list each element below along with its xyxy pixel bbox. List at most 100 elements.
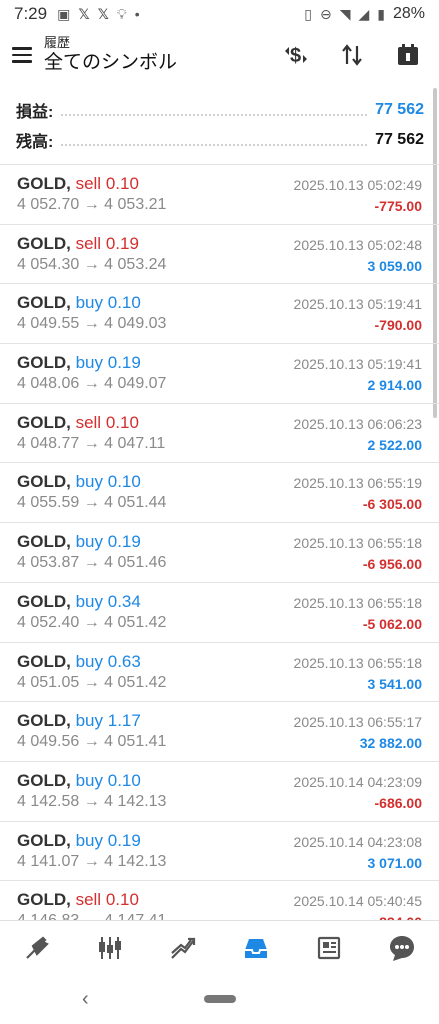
trade-row[interactable]: GOLD, sell 0.10 4 146.83 → 4 147.41 2025.1… (0, 881, 439, 920)
trade-side: sell (75, 412, 102, 432)
page-title[interactable]: 全てのシンボル (44, 51, 177, 75)
trade-row[interactable]: GOLD, buy 0.10 4 049.55 → 4 049.03 2025.10… (0, 284, 439, 345)
status-time: 7:29 (14, 4, 48, 23)
trade-symbol: GOLD, buy 0.19 (17, 353, 141, 373)
trade-time: 2025.10.14 04:23:09 (293, 773, 422, 790)
trade-profit: -5 062.00 (362, 615, 422, 632)
page-subtitle: 履歴 (44, 35, 71, 50)
trade-profit: -790.00 (374, 317, 422, 334)
trade-symbol-name: GOLD, (17, 353, 71, 373)
trade-prices: 4 146.83 → 4 147.41 (17, 912, 166, 920)
chat-icon[interactable] (382, 928, 422, 968)
trade-symbol-name: GOLD, (17, 711, 71, 731)
trade-symbol: GOLD, buy 0.34 (17, 592, 141, 612)
trade-prices: 4 141.07 → 4 142.13 (17, 852, 167, 870)
trade-row[interactable]: GOLD, buy 0.19 4 053.87 → 4 051.46 2025.10… (0, 523, 439, 583)
trade-time: 2025.10.13 05:19:41 (293, 296, 422, 313)
leader-dots (61, 134, 368, 146)
trade-lots: 0.19 (105, 233, 139, 253)
trade-time: 2025.10.14 04:23:08 (293, 833, 422, 850)
trade-row[interactable]: GOLD, buy 0.34 4 052.40 → 4 051.42 2025.10… (0, 583, 439, 643)
vibrate-icon: ▯ (304, 5, 312, 22)
battery-icon: ▮ (377, 5, 385, 22)
wifi-icon: ◥ (339, 5, 351, 22)
trade-symbol-name: GOLD, (17, 233, 71, 253)
trade-profit: 3 059.00 (367, 257, 423, 274)
trade-lots: 0.19 (107, 830, 141, 850)
trade-row[interactable]: GOLD, buy 0.19 4 048.06 → 4 049.07 2025.10… (0, 344, 439, 404)
trade-prices: 4 048.06 → 4 049.07 (17, 375, 167, 393)
trade-prices: 4 052.40 → 4 051.42 (17, 613, 167, 631)
app-titles: 履歴 全てのシンボル (44, 35, 177, 75)
trade-symbol-name: GOLD, (17, 890, 71, 910)
trend-icon[interactable] (163, 928, 203, 968)
svg-text:$: $ (290, 45, 301, 67)
trade-time: 2025.10.13 06:06:23 (293, 415, 422, 432)
trade-row[interactable]: GOLD, buy 0.10 4 055.59 → 4 051.44 2025.10… (0, 463, 439, 524)
trade-profit: -775.00 (374, 198, 422, 214)
dnd-icon: ⊖ (319, 5, 332, 22)
trade-symbol-name: GOLD, (17, 293, 71, 313)
trade-row[interactable]: GOLD, sell 0.19 4 054.30 → 4 053.24 2025.1… (0, 225, 439, 285)
trade-side: buy (75, 591, 103, 611)
trade-lots: 0.10 (107, 472, 141, 492)
signal-icon: ◢ (358, 5, 370, 22)
trade-prices: 4 051.05 → 4 051.42 (17, 673, 167, 691)
trade-row[interactable]: GOLD, buy 0.19 4 141.07 → 4 142.13 2025.10… (0, 822, 439, 882)
trade-side: sell (75, 174, 102, 193)
trade-side: sell (75, 233, 102, 253)
trade-prices: 4 055.59 → 4 051.44 (17, 494, 167, 512)
home-pill[interactable] (204, 995, 236, 1003)
app-bar: 履歴 全てのシンボル $ (0, 28, 439, 82)
trade-symbol-name: GOLD, (17, 651, 71, 671)
trade-row[interactable]: GOLD, buy 0.10 4 142.58 → 4 142.13 2025.10… (0, 762, 439, 822)
chart-candles-icon[interactable] (90, 928, 130, 968)
trade-symbol-name: GOLD, (17, 830, 71, 850)
trade-symbol: GOLD, buy 0.19 (17, 831, 141, 851)
trade-icon[interactable] (17, 928, 57, 968)
trade-row[interactable]: GOLD, sell 0.10 4 048.77 → 4 047.11 2025.1… (0, 404, 439, 464)
trade-lots: 0.10 (105, 412, 139, 432)
calendar-icon[interactable] (393, 40, 423, 70)
back-icon[interactable]: ‹ (82, 988, 89, 1011)
trade-symbol-name: GOLD, (17, 591, 71, 611)
bottom-nav (0, 920, 439, 974)
trade-time: 2025.10.13 05:02:49 (293, 177, 422, 193)
trade-prices: 4 142.58 → 4 142.13 (17, 792, 167, 810)
trade-time: 2025.10.13 06:55:17 (293, 714, 422, 731)
trade-row[interactable]: GOLD, buy 0.63 4 051.05 → 4 051.42 2025.10… (0, 643, 439, 703)
trade-side: buy (75, 651, 103, 671)
trade-prices: 4 049.55 → 4 049.03 (17, 315, 167, 333)
trade-row[interactable]: GOLD, sell 0.10 4 052.70 → 4 053.21 2025.1… (0, 165, 439, 225)
currency-swap-icon[interactable]: $ (281, 40, 311, 70)
trade-side: buy (75, 532, 103, 552)
trade-lots: 0.19 (107, 353, 141, 373)
trade-symbol: GOLD, sell 0.10 (17, 890, 139, 910)
dot-icon: • (134, 6, 140, 22)
trade-symbol: GOLD, buy 0.10 (17, 293, 141, 313)
trade-lots: 0.10 (105, 890, 139, 910)
lightbulb-icon: 💡︎ (116, 5, 127, 22)
trade-history-list: GOLD, sell 0.10 4 052.70 → 4 053.21 2025.1… (0, 164, 439, 920)
trade-side: buy (75, 770, 103, 790)
system-icons: ▯ ⊖ ◥ ◢ ▮ 28% (304, 5, 425, 23)
battery-percent: 28% (392, 5, 425, 22)
trade-symbol: GOLD, buy 0.10 (17, 472, 141, 492)
image-icon: ▣ (57, 5, 71, 22)
trade-time: 2025.10.13 05:19:41 (293, 356, 422, 373)
trade-symbol: GOLD, sell 0.10 (17, 174, 139, 194)
history-inbox-icon[interactable] (236, 928, 276, 968)
trade-time: 2025.10.13 06:55:18 (293, 535, 422, 552)
menu-icon[interactable] (0, 28, 44, 82)
trade-symbol-name: GOLD, (17, 472, 71, 492)
system-nav-bar: ‹ (0, 974, 439, 1024)
news-icon[interactable] (309, 928, 349, 968)
trade-row[interactable]: GOLD, buy 1.17 4 049.56 → 4 051.41 2025.10… (0, 702, 439, 762)
balance-row: 残高: 77 562 (16, 128, 424, 152)
trade-profit: 3 541.00 (367, 675, 423, 692)
trade-side: buy (75, 293, 103, 313)
trade-lots: 0.19 (107, 532, 141, 552)
trade-profit: 2 522.00 (367, 436, 423, 453)
sort-icon[interactable] (337, 40, 367, 70)
trade-side: buy (75, 830, 103, 850)
